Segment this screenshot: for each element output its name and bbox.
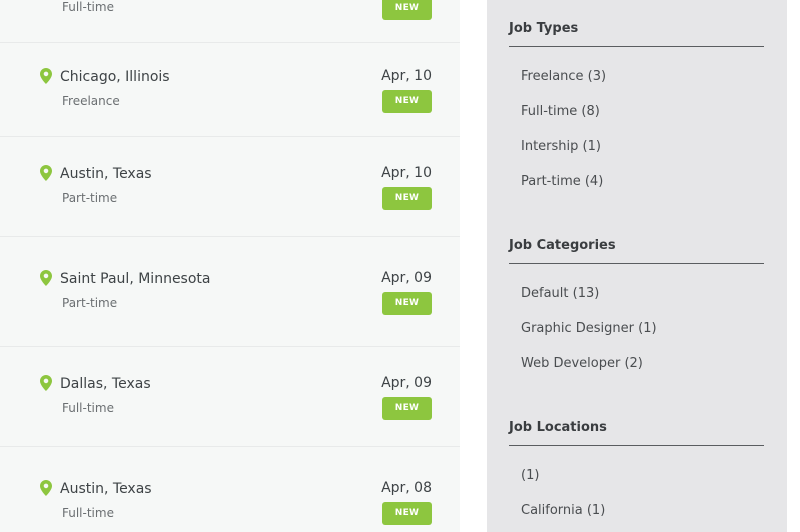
job-list: Full-time NEW Chicago, Illinois Freelanc… <box>0 0 460 532</box>
job-location[interactable]: Dallas, Texas <box>60 376 151 392</box>
job-category-link[interactable]: Web Developer (2) <box>521 356 643 371</box>
job-location[interactable]: Austin, Texas <box>60 481 152 497</box>
job-type: Full-time <box>62 0 114 14</box>
location-pin-icon <box>40 480 52 496</box>
job-category-link[interactable]: Graphic Designer (1) <box>521 321 657 336</box>
job-date: Apr, 10 <box>381 165 432 181</box>
job-location-link[interactable]: (1) <box>521 468 539 483</box>
job-type: Part-time <box>62 296 118 310</box>
job-type-link[interactable]: Intership (1) <box>521 139 601 154</box>
job-location[interactable]: Chicago, Illinois <box>60 69 170 85</box>
right-margin <box>787 0 800 532</box>
new-badge: NEW <box>382 292 432 315</box>
job-type-link[interactable]: Part-time (4) <box>521 174 603 189</box>
new-badge: NEW <box>382 90 432 113</box>
location-pin-icon <box>40 165 52 181</box>
new-badge: NEW <box>382 187 432 210</box>
job-type: Full-time <box>62 506 114 520</box>
job-item[interactable]: Dallas, Texas Full-time Apr, 09 NEW <box>0 347 460 447</box>
job-date: Apr, 09 <box>381 375 432 391</box>
job-date: Apr, 09 <box>381 270 432 286</box>
location-pin-icon <box>40 270 52 286</box>
job-locations-title: Job Locations <box>509 420 764 446</box>
job-item[interactable]: Saint Paul, Minnesota Part-time Apr, 09 … <box>0 237 460 347</box>
job-date: Apr, 08 <box>381 480 432 496</box>
column-gap <box>460 0 487 532</box>
job-location[interactable]: Saint Paul, Minnesota <box>60 271 210 287</box>
new-badge: NEW <box>382 0 432 20</box>
job-date: Apr, 10 <box>381 68 432 84</box>
location-pin-icon <box>40 68 52 84</box>
sidebar: Job Types Freelance (3) Full-time (8) In… <box>487 0 787 532</box>
new-badge: NEW <box>382 397 432 420</box>
new-badge: NEW <box>382 502 432 525</box>
job-types-title: Job Types <box>509 21 764 47</box>
location-pin-icon <box>40 375 52 391</box>
job-type: Part-time <box>62 191 118 205</box>
job-location[interactable]: Austin, Texas <box>60 166 152 182</box>
job-item[interactable]: Full-time NEW <box>0 0 460 43</box>
job-item[interactable]: Chicago, Illinois Freelance Apr, 10 NEW <box>0 43 460 137</box>
job-type: Freelance <box>62 94 120 108</box>
job-type-link[interactable]: Full-time (8) <box>521 104 600 119</box>
job-item[interactable]: Austin, Texas Full-time Apr, 08 NEW <box>0 447 460 532</box>
job-categories-title: Job Categories <box>509 238 764 264</box>
job-category-link[interactable]: Default (13) <box>521 286 599 301</box>
job-type-link[interactable]: Freelance (3) <box>521 69 606 84</box>
job-location-link[interactable]: California (1) <box>521 503 605 518</box>
job-type: Full-time <box>62 401 114 415</box>
job-item[interactable]: Austin, Texas Part-time Apr, 10 NEW <box>0 137 460 237</box>
